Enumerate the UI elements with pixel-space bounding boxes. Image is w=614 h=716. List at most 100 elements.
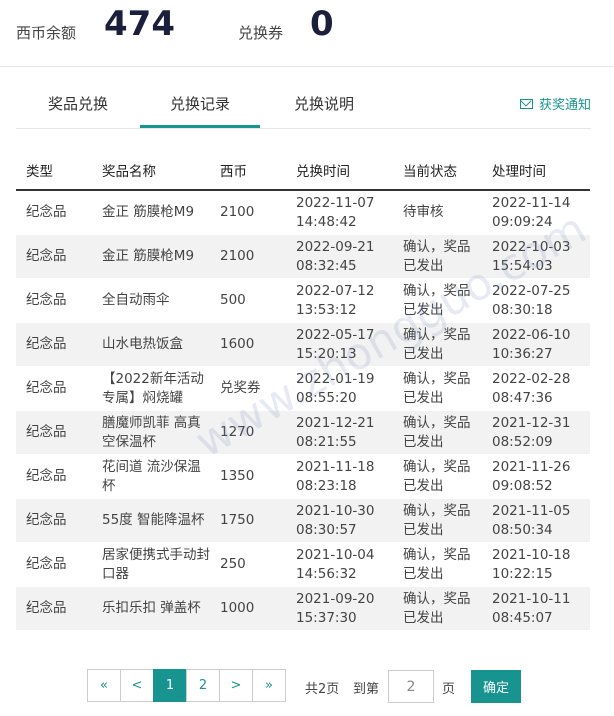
goto-page-input[interactable]: [388, 670, 434, 703]
cell-handled-time: 2022-02-28 08:47:36: [482, 366, 590, 411]
table-row: 纪念品 乐扣乐扣 弹盖杯 1000 2021-09-20 15:37:30 确认，奖品已…: [16, 586, 590, 631]
cell-exchange-time: 2021-11-18 08:23:18: [286, 454, 393, 499]
table-row: 纪念品 山水电热饭盒 1600 2022-05-17 15:20:13 确认，奖品已发出…: [16, 322, 590, 367]
cell-handled-time: 2021-11-26 09:08:52: [482, 454, 590, 499]
award-notify-label: 获奖通知: [538, 98, 591, 113]
balance-value: 474: [104, 4, 175, 44]
prev-page-button[interactable]: <: [120, 669, 154, 702]
pagination: « < 1 2 > »: [87, 669, 286, 702]
cell-prize-name: 花间道 流沙保温杯: [92, 454, 210, 499]
cell-exchange-time: 2021-10-04 14:56:32: [286, 542, 393, 587]
cell-coin: 1270: [210, 410, 286, 455]
cell-exchange-time: 2022-09-21 08:32:45: [286, 234, 393, 279]
cell-status: 确认，奖品已发出: [393, 322, 482, 367]
cell-type: 纪念品: [16, 498, 92, 543]
cell-status: 确认，奖品已发出: [393, 498, 482, 543]
voucher-label: 兑换券: [238, 24, 284, 42]
records-table: 类型 奖品名称 西币 兑换时间 当前状态 处理时间 纪念品 金正 筋膜枪M9 210…: [16, 151, 590, 631]
cell-status: 待审核: [393, 190, 482, 235]
col-header-time: 兑换时间: [286, 151, 393, 191]
page-unit-label: 页: [442, 682, 456, 697]
cell-coin: 500: [210, 278, 286, 323]
voucher-value: 0: [310, 4, 334, 44]
cell-type: 纪念品: [16, 322, 92, 367]
cell-prize-name: 55度 智能降温杯: [92, 498, 210, 543]
cell-handled-time: 2022-10-03 15:54:03: [482, 234, 590, 279]
table-row: 纪念品 金正 筋膜枪M9 2100 2022-09-21 08:32:45 确认，奖品已…: [16, 234, 590, 279]
cell-coin: 250: [210, 542, 286, 587]
cell-coin: 兑奖券: [210, 366, 286, 411]
cell-coin: 1350: [210, 454, 286, 499]
last-page-button[interactable]: »: [252, 669, 286, 702]
table-header-row: 类型 奖品名称 西币 兑换时间 当前状态 处理时间: [16, 151, 590, 191]
cell-status: 确认，奖品已发出: [393, 278, 482, 323]
cell-status: 确认，奖品已发出: [393, 542, 482, 587]
total-pages-text: 共2页: [305, 682, 340, 697]
cell-exchange-time: 2022-11-07 14:48:42: [286, 190, 393, 235]
cell-prize-name: 居家便携式手动封口器: [92, 542, 210, 587]
cell-type: 纪念品: [16, 586, 92, 631]
table-row: 纪念品 膳魔师凯菲 高真空保温杯 1270 2021-12-21 08:21:55 确认…: [16, 410, 590, 455]
cell-handled-time: 2022-07-25 08:30:18: [482, 278, 590, 323]
goto-label: 到第: [353, 682, 380, 697]
cell-coin: 1000: [210, 586, 286, 631]
tab-exchange-records[interactable]: 兑换记录: [140, 86, 260, 128]
table-row: 纪念品 全自动雨伞 500 2022-07-12 13:53:12 确认，奖品已发出 20…: [16, 278, 590, 323]
cell-exchange-time: 2022-01-19 08:55:20: [286, 366, 393, 411]
table-row: 纪念品 【2022新年活动专属】焖烧罐 兑奖券 2022-01-19 08:55:20…: [16, 366, 590, 411]
balance-label: 西币余额: [16, 24, 77, 42]
cell-status: 确认，奖品已发出: [393, 586, 482, 631]
cell-exchange-time: 2021-10-30 08:30:57: [286, 498, 393, 543]
table-row: 纪念品 居家便携式手动封口器 250 2021-10-04 14:56:32 确认，奖品…: [16, 542, 590, 587]
cell-exchange-time: 2022-07-12 13:53:12: [286, 278, 393, 323]
col-header-type: 类型: [16, 151, 92, 191]
col-header-handled: 处理时间: [482, 151, 590, 191]
cell-handled-time: 2021-10-18 10:22:15: [482, 542, 590, 587]
cell-prize-name: 【2022新年活动专属】焖烧罐: [92, 366, 210, 411]
cell-exchange-time: 2021-09-20 15:37:30: [286, 586, 393, 631]
cell-exchange-time: 2021-12-21 08:21:55: [286, 410, 393, 455]
cell-handled-time: 2022-06-10 10:36:27: [482, 322, 590, 367]
cell-status: 确认，奖品已发出: [393, 454, 482, 499]
cell-prize-name: 膳魔师凯菲 高真空保温杯: [92, 410, 210, 455]
next-page-button[interactable]: >: [219, 669, 253, 702]
col-header-coin: 西币: [210, 151, 286, 191]
cell-coin: 1600: [210, 322, 286, 367]
cell-prize-name: 金正 筋膜枪M9: [92, 234, 210, 279]
cell-type: 纪念品: [16, 366, 92, 411]
cell-prize-name: 金正 筋膜枪M9: [92, 190, 210, 235]
tab-bar: 奖品兑换 兑换记录 兑换说明 获奖通知: [16, 86, 591, 129]
table-row: 纪念品 花间道 流沙保温杯 1350 2021-11-18 08:23:18 确认，奖品…: [16, 454, 590, 499]
tab-exchange-rules[interactable]: 兑换说明: [266, 86, 382, 126]
award-notify-link[interactable]: 获奖通知: [519, 94, 591, 113]
balance-header: 西币余额 474 兑换券 0: [0, 0, 614, 67]
cell-type: 纪念品: [16, 454, 92, 499]
cell-type: 纪念品: [16, 190, 92, 235]
cell-prize-name: 乐扣乐扣 弹盖杯: [92, 586, 210, 631]
cell-type: 纪念品: [16, 410, 92, 455]
cell-type: 纪念品: [16, 542, 92, 587]
cell-exchange-time: 2022-05-17 15:20:13: [286, 322, 393, 367]
confirm-button[interactable]: 确定: [471, 670, 521, 703]
page-1-button[interactable]: 1: [153, 669, 187, 702]
table-row: 纪念品 55度 智能降温杯 1750 2021-10-30 08:30:57 确认，奖品…: [16, 498, 590, 543]
tab-prize-exchange[interactable]: 奖品兑换: [16, 86, 140, 126]
cell-coin: 2100: [210, 234, 286, 279]
mail-icon: [519, 98, 533, 109]
cell-coin: 1750: [210, 498, 286, 543]
page-2-button[interactable]: 2: [186, 669, 220, 702]
first-page-button[interactable]: «: [87, 669, 121, 702]
table-row: 纪念品 金正 筋膜枪M9 2100 2022-11-07 14:48:42 待审核 202…: [16, 190, 590, 235]
cell-status: 确认，奖品已发出: [393, 234, 482, 279]
cell-handled-time: 2022-11-14 09:09:24: [482, 190, 590, 235]
cell-type: 纪念品: [16, 278, 92, 323]
cell-status: 确认，奖品已发出: [393, 366, 482, 411]
cell-type: 纪念品: [16, 234, 92, 279]
cell-prize-name: 山水电热饭盒: [92, 322, 210, 367]
cell-handled-time: 2021-12-31 08:52:09: [482, 410, 590, 455]
col-header-status: 当前状态: [393, 151, 482, 191]
col-header-prize: 奖品名称: [92, 151, 210, 191]
cell-handled-time: 2021-10-11 08:45:07: [482, 586, 590, 631]
cell-handled-time: 2021-11-05 08:50:34: [482, 498, 590, 543]
cell-status: 确认，奖品已发出: [393, 410, 482, 455]
